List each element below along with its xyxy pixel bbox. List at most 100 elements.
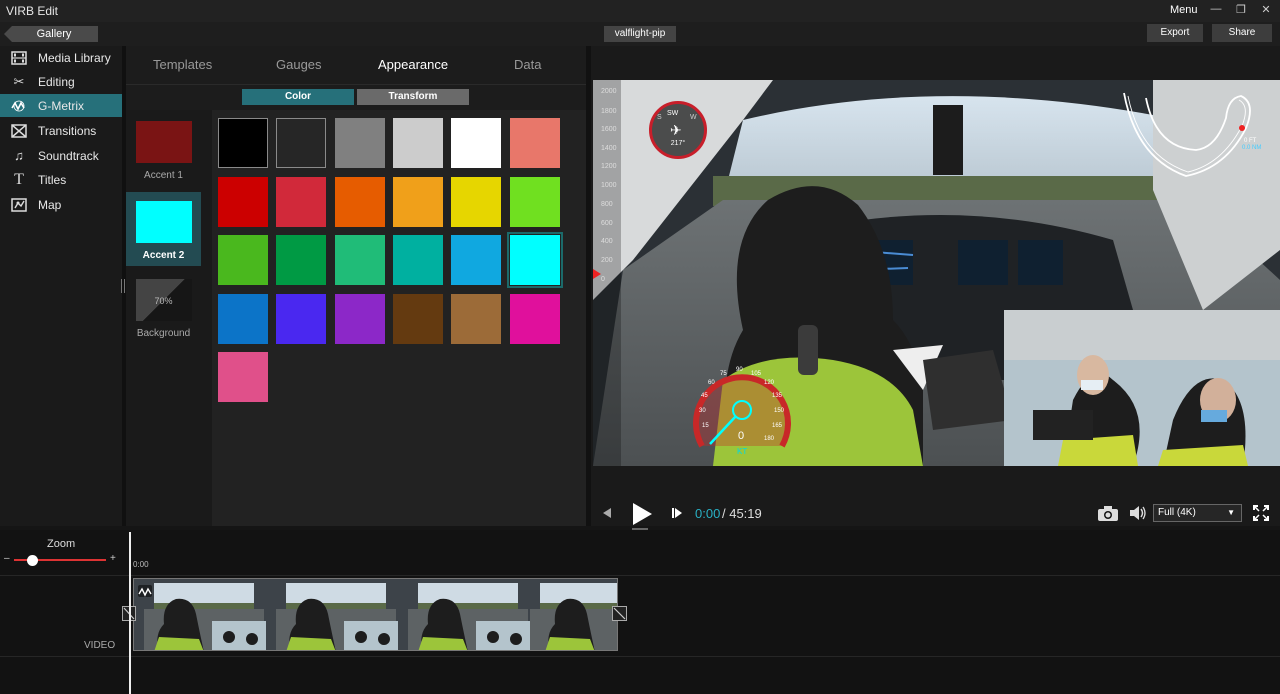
zoom-in-button[interactable]: + (110, 553, 116, 564)
color-swatch[interactable] (218, 176, 268, 227)
sidebar-item-titles[interactable]: T Titles (0, 168, 122, 191)
g-metrix-badge-icon (138, 585, 152, 597)
tab-templates[interactable]: Templates (153, 57, 212, 72)
altitude-tick: 200 (601, 257, 613, 264)
altitude-marker (593, 269, 601, 279)
background-opacity: 70% (154, 296, 173, 306)
tab-data[interactable]: Data (514, 57, 541, 72)
next-frame-icon[interactable] (670, 506, 684, 525)
total-time: / 45:19 (722, 506, 762, 521)
export-button[interactable]: Export (1147, 24, 1203, 42)
color-swatch[interactable] (392, 293, 443, 344)
speed-tick: 90 (736, 367, 743, 373)
scissors-icon: ✂ (13, 73, 25, 89)
current-time: 0:00 (695, 506, 721, 521)
map-distance-nm: 0.0 NM (1242, 145, 1262, 151)
speed-tick: 60 (708, 380, 715, 386)
altitude-tick: 400 (601, 238, 613, 245)
color-swatch[interactable] (451, 235, 502, 285)
sidebar-item-label: Transitions (38, 123, 97, 138)
camera-icon[interactable] (1097, 505, 1119, 527)
color-swatch[interactable] (218, 352, 268, 402)
sidebar-item-media-library[interactable]: Media Library (0, 46, 122, 69)
color-swatch[interactable] (509, 118, 560, 168)
sidebar-resize-handle[interactable] (121, 279, 125, 293)
quality-dropdown[interactable]: Full (4K) ▼ (1153, 504, 1242, 522)
prev-frame-icon[interactable] (600, 506, 614, 525)
color-swatch[interactable] (276, 176, 327, 227)
sidebar: Media Library ✂ Editing G-Metrix Transit… (0, 46, 122, 526)
color-swatch[interactable] (506, 232, 563, 288)
sidebar-item-map[interactable]: Map (0, 193, 122, 216)
color-swatch[interactable] (392, 235, 443, 285)
speed-tick: 30 (699, 408, 706, 414)
color-swatch[interactable] (392, 118, 443, 168)
color-swatch[interactable] (509, 293, 560, 344)
accent-1-swatch (136, 121, 192, 163)
sidebar-item-label: Soundtrack (38, 148, 99, 163)
gallery-button[interactable]: Gallery (4, 26, 98, 42)
minimize-icon[interactable]: — (1209, 3, 1223, 15)
compass-gauge: SW S W ✈ 217° (649, 101, 707, 159)
subtab-color[interactable]: Color (242, 89, 354, 105)
altitude-gauge: 2000 1800 1600 1400 1200 1000 800 600 40… (593, 80, 621, 466)
background-card[interactable]: 70% Background (126, 270, 201, 344)
clip-thumbnail (266, 579, 398, 650)
speed-tick: 120 (764, 380, 775, 386)
tab-gauges[interactable]: Gauges (276, 57, 322, 72)
clip-thumbnail (134, 579, 266, 650)
color-swatch[interactable] (334, 235, 385, 285)
compass-dir: W (690, 114, 697, 121)
title-t-icon: T (14, 170, 24, 188)
color-swatch[interactable] (334, 118, 385, 168)
film-icon (10, 50, 28, 65)
color-swatch[interactable] (276, 118, 327, 168)
tab-appearance[interactable]: Appearance (378, 57, 448, 72)
altitude-tick: 1000 (601, 182, 617, 189)
color-swatch[interactable] (276, 235, 327, 285)
project-name: valflight-pip (604, 26, 676, 42)
speed-tick: 150 (774, 408, 785, 414)
map-icon (10, 197, 28, 212)
map-distance: 0 FT (1244, 138, 1257, 144)
sidebar-item-label: Titles (38, 172, 67, 187)
color-swatch[interactable] (334, 176, 385, 227)
compass-dir: SW (667, 110, 679, 117)
zoom-slider-handle[interactable] (27, 555, 38, 566)
sidebar-item-soundtrack[interactable]: ♫ Soundtrack (0, 144, 122, 167)
speed-tick: 75 (720, 371, 727, 377)
video-clip[interactable] (133, 578, 618, 651)
altitude-tick: 2000 (601, 88, 617, 95)
zoom-out-button[interactable]: – (4, 553, 10, 564)
color-swatch[interactable] (451, 293, 502, 344)
accent-2-card[interactable]: Accent 2 (126, 192, 201, 266)
color-swatch[interactable] (392, 176, 443, 227)
sidebar-item-editing[interactable]: ✂ Editing (0, 70, 122, 93)
color-swatch[interactable] (451, 118, 502, 168)
accent-1-card[interactable]: Accent 1 (126, 112, 201, 186)
airplane-icon: ✈ (670, 122, 682, 138)
timeline-playhead[interactable] (129, 532, 131, 694)
sidebar-item-transitions[interactable]: Transitions (0, 119, 122, 142)
color-swatch[interactable] (451, 176, 502, 227)
share-button[interactable]: Share (1212, 24, 1272, 42)
color-swatch[interactable] (218, 118, 268, 168)
clip-trim-end-handle[interactable] (612, 606, 627, 621)
altitude-tick: 800 (601, 201, 613, 208)
color-swatch[interactable] (509, 176, 560, 227)
color-swatch[interactable] (276, 293, 327, 344)
sidebar-item-label: Media Library (38, 50, 111, 65)
speed-tick: 15 (702, 423, 709, 429)
menu-button[interactable]: Menu (1170, 4, 1198, 16)
color-swatch[interactable] (218, 293, 268, 344)
restore-icon[interactable]: ❐ (1234, 3, 1248, 16)
color-swatch[interactable] (218, 235, 268, 285)
video-track-label: VIDEO (84, 640, 116, 651)
volume-icon[interactable] (1129, 505, 1147, 526)
sidebar-item-g-metrix[interactable]: G-Metrix (0, 94, 122, 117)
close-icon[interactable]: ✕ (1259, 3, 1273, 16)
subtab-transform[interactable]: Transform (357, 89, 469, 105)
fullscreen-icon[interactable] (1253, 505, 1269, 526)
color-swatch[interactable] (334, 293, 385, 344)
music-note-icon: ♫ (14, 148, 24, 163)
